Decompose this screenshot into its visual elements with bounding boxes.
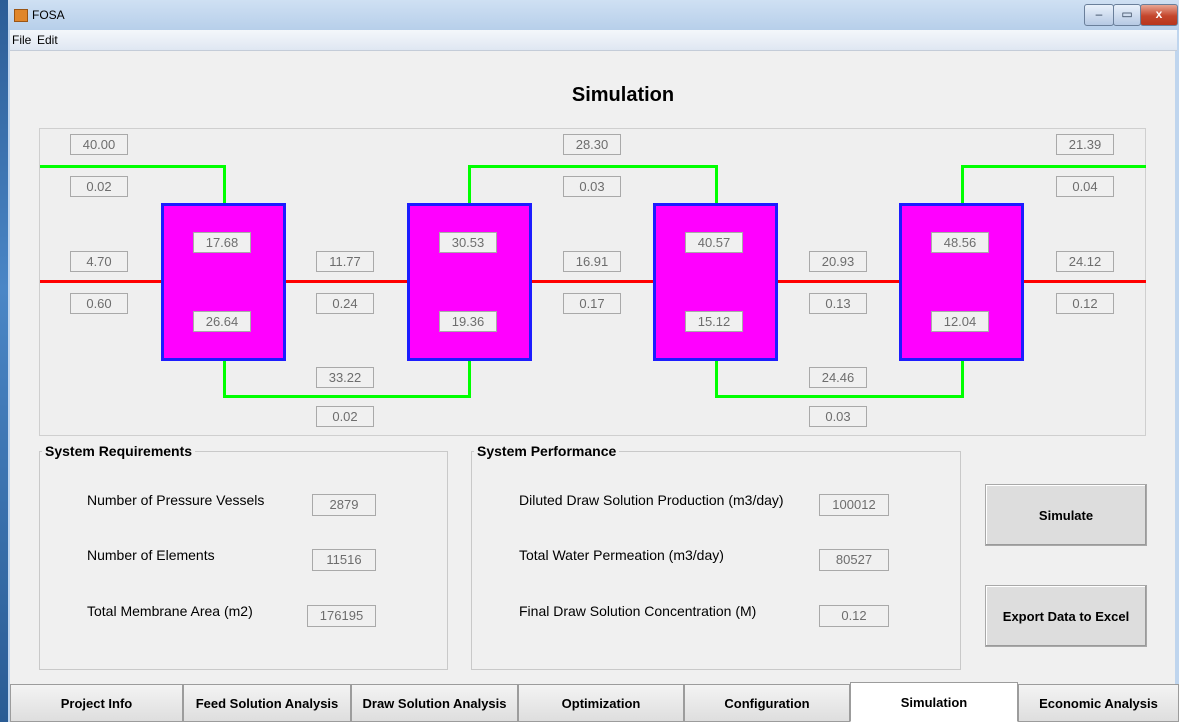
feed-outlet-conc: 24.12 [1056,251,1114,272]
system-performance-title: System Performance [474,443,620,459]
vessel-4-bottom-value: 12.04 [931,311,989,332]
vessel-2-top-value: 30.53 [439,232,497,253]
draw-low-2-conc: 24.46 [809,367,867,388]
final-concentration-label: Final Draw Solution Concentration (M) [519,603,757,619]
vessel-1-bottom-value: 26.64 [193,311,251,332]
draw-mid-drop [715,165,718,204]
system-requirements-title: System Requirements [42,443,196,459]
pressure-vessel-1 [161,203,286,361]
pressure-vessels-value: 2879 [312,494,376,516]
draw-mid-line [468,165,718,168]
pressure-vessel-2 [407,203,532,361]
feed-inlet-flow: 0.60 [70,293,128,314]
final-concentration-value: 0.12 [819,605,889,627]
elements-label: Number of Elements [87,547,215,563]
draw-low-2-rise [961,360,964,398]
tab-feed-solution-analysis[interactable]: Feed Solution Analysis [183,684,351,722]
draw-low-1-conc: 33.22 [316,367,374,388]
vessel-2-bottom-value: 19.36 [439,311,497,332]
membrane-area-value: 176195 [307,605,376,627]
draw-outlet-flow: 0.04 [1056,176,1114,197]
draw-low-2-line [715,395,964,398]
draw-low-1-flow: 0.02 [316,406,374,427]
menu-bar: File Edit [10,30,1177,51]
window-title: FOSA [32,8,65,22]
feed-2-3-conc: 16.91 [563,251,621,272]
diluted-production-value: 100012 [819,494,889,516]
draw-mid-conc: 28.30 [563,134,621,155]
title-bar[interactable]: FOSA ‒ ▭ x [8,0,1179,30]
tab-configuration[interactable]: Configuration [684,684,850,722]
feed-2-3-flow: 0.17 [563,293,621,314]
maximize-icon[interactable]: ▭ [1113,4,1141,26]
close-icon[interactable]: x [1140,4,1178,26]
draw-mid-flow: 0.03 [563,176,621,197]
draw-low-1-rise [468,360,471,398]
feed-inlet-conc: 4.70 [70,251,128,272]
elements-value: 11516 [312,549,376,571]
diluted-production-label: Diluted Draw Solution Production (m3/day… [519,492,784,508]
vessel-1-top-value: 17.68 [193,232,251,253]
desktop-edge [0,0,8,722]
pressure-vessel-4 [899,203,1024,361]
draw-inlet-drop [223,165,226,204]
draw-low-1-drop [223,360,226,398]
page-title: Simulation [571,84,675,106]
feed-1-2-flow: 0.24 [316,293,374,314]
simulate-button[interactable]: Simulate [985,484,1147,546]
vessel-4-top-value: 48.56 [931,232,989,253]
minimize-icon[interactable]: ‒ [1084,4,1114,26]
tab-simulation[interactable]: Simulation [850,682,1018,722]
membrane-area-label: Total Membrane Area (m2) [87,603,253,619]
draw-inlet-conc: 40.00 [70,134,128,155]
app-icon [14,9,28,22]
menu-file[interactable]: File [12,33,31,47]
draw-mid-rise-1 [468,165,471,204]
tab-draw-solution-analysis[interactable]: Draw Solution Analysis [351,684,518,722]
pressure-vessels-label: Number of Pressure Vessels [87,492,265,508]
vessel-3-bottom-value: 15.12 [685,311,743,332]
vessel-3-top-value: 40.57 [685,232,743,253]
tab-optimization[interactable]: Optimization [518,684,684,722]
draw-outlet-rise [961,165,964,204]
draw-inlet-line [40,165,226,168]
menu-edit[interactable]: Edit [37,33,58,47]
draw-low-1-line [223,395,471,398]
feed-3-4-flow: 0.13 [809,293,867,314]
export-excel-button[interactable]: Export Data to Excel [985,585,1147,647]
draw-inlet-flow: 0.02 [70,176,128,197]
feed-outlet-flow: 0.12 [1056,293,1114,314]
feed-3-4-conc: 20.93 [809,251,867,272]
water-permeation-value: 80527 [819,549,889,571]
draw-outlet-line [961,165,1146,168]
draw-low-2-flow: 0.03 [809,406,867,427]
tab-project-info[interactable]: Project Info [10,684,183,722]
draw-low-2-drop [715,360,718,398]
pressure-vessel-3 [653,203,778,361]
feed-1-2-conc: 11.77 [316,251,374,272]
water-permeation-label: Total Water Permeation (m3/day) [519,547,724,563]
tab-economic-analysis[interactable]: Economic Analysis [1018,684,1179,722]
draw-outlet-conc: 21.39 [1056,134,1114,155]
